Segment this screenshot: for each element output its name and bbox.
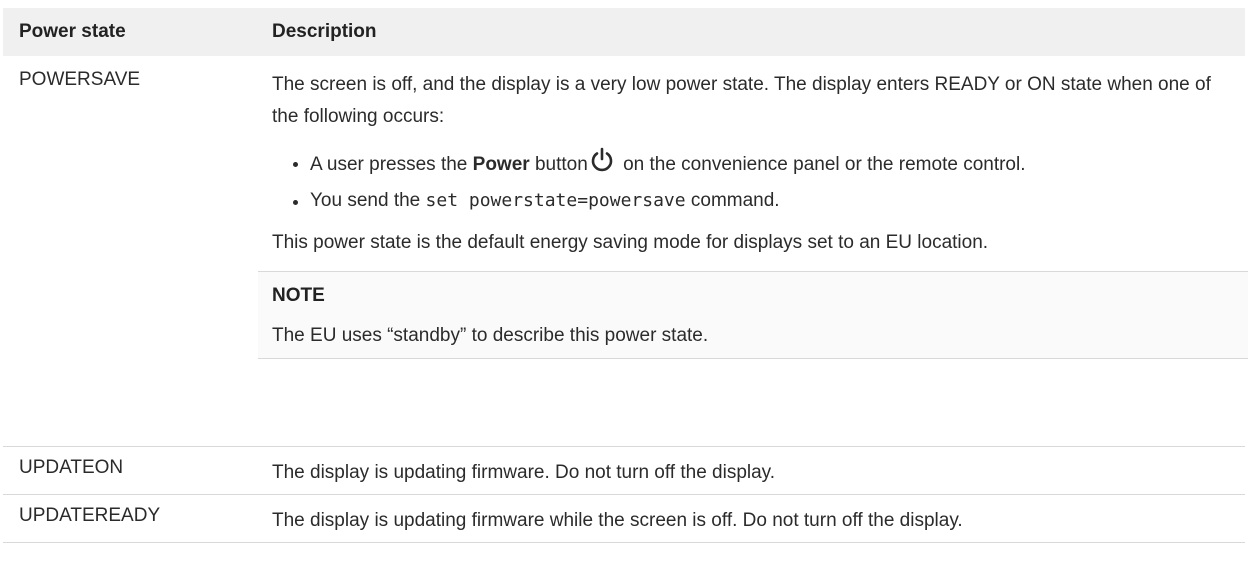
table-header-row: Power state Description — [3, 8, 1245, 56]
description-intro: The screen is off, and the display is a … — [272, 74, 1211, 127]
note-box: NOTE The EU uses “standby” to describe t… — [258, 271, 1248, 359]
power-state-cell: UPDATEREADY — [3, 494, 258, 543]
description-after: This power state is the default energy s… — [272, 232, 989, 253]
command-code: set powerstate=powersave — [425, 190, 686, 211]
table-row: POWERSAVE The screen is off, and the dis… — [3, 56, 1248, 447]
list-item: A user presses the Power button on the c… — [293, 147, 1239, 181]
table-row: UPDATEREADY The display is updating firm… — [3, 494, 1245, 543]
header-description: Description — [272, 21, 377, 42]
list-item: You send the set powerstate=powersave co… — [293, 185, 1239, 217]
power-state-cell: UPDATEON — [3, 446, 258, 495]
power-button-label: Power — [472, 154, 530, 175]
note-body: The EU uses “standby” to describe this p… — [272, 325, 709, 346]
power-icon — [590, 147, 614, 173]
occurrence-list: A user presses the Power button on the c… — [272, 147, 1239, 217]
power-state-cell: POWERSAVE — [3, 56, 258, 447]
power-state-table: Power state Description POWERSAVE The sc… — [3, 8, 1248, 543]
bullet-text: A user presses the — [310, 154, 473, 175]
bullet-text: You send the — [310, 190, 426, 211]
header-power-state: Power state — [19, 21, 126, 42]
note-title: NOTE — [272, 285, 325, 306]
description-cell: The display is updating firmware while t… — [258, 494, 1245, 543]
table-row: UPDATEON The display is updating firmwar… — [3, 446, 1245, 495]
bullet-text: button — [529, 154, 588, 175]
description-cell: The display is updating firmware. Do not… — [258, 446, 1245, 495]
bullet-text: on the convenience panel or the remote c… — [617, 154, 1026, 175]
description-cell: The screen is off, and the display is a … — [258, 56, 1248, 447]
bullet-text: command. — [685, 190, 780, 211]
